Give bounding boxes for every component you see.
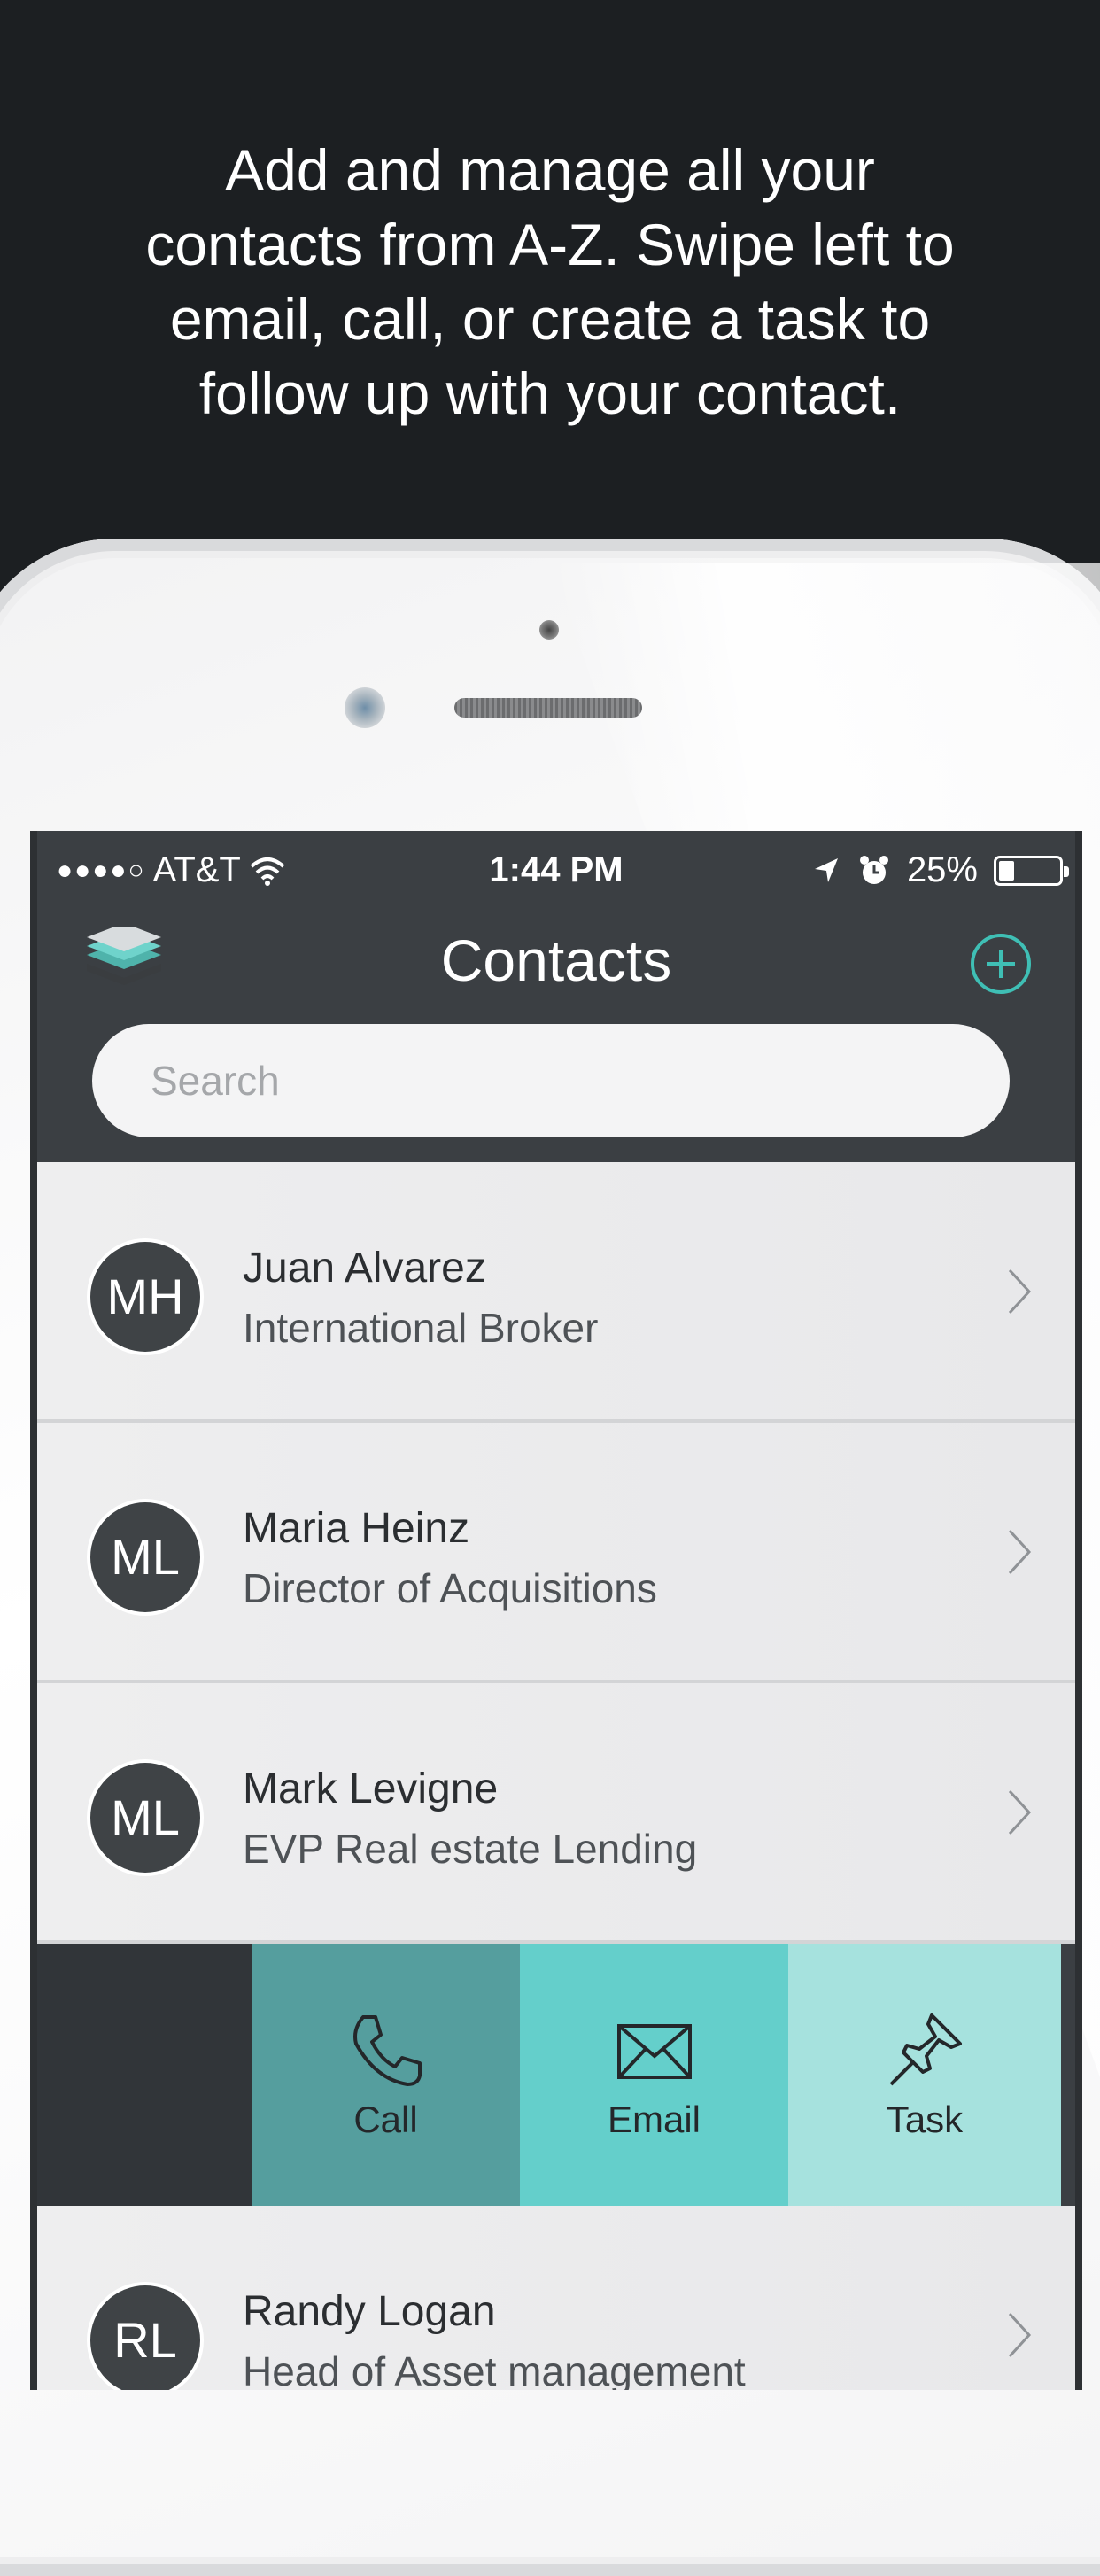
proximity-sensor <box>345 687 385 728</box>
location-arrow-icon <box>814 857 838 882</box>
contact-name: Juan Alvarez <box>243 1245 486 1292</box>
swipe-actions: Call Email Task <box>37 1944 1075 2206</box>
contact-row[interactable]: RL Randy Logan Head of Asset management <box>37 2206 1075 2390</box>
earpiece-speaker <box>454 698 642 718</box>
contact-row[interactable]: ML Maria Heinz Director of Acquisitions <box>37 1423 1075 1683</box>
contact-role: EVP Real estate Lending <box>243 1826 698 1872</box>
phone-screen: ●●●●○ AT&T 1:44 PM 25% Contacts Search M… <box>30 831 1082 2390</box>
contact-role: Head of Asset management <box>243 2348 746 2390</box>
avatar: ML <box>90 1763 200 1873</box>
page-title: Contacts <box>440 927 672 993</box>
contact-row[interactable]: ML Mark Levigne EVP Real estate Lending <box>37 1683 1075 1944</box>
search-input[interactable]: Search <box>92 1024 1010 1137</box>
call-label: Call <box>353 2099 418 2140</box>
chevron-right-icon <box>1008 2312 1032 2358</box>
marketing-headline: Add and manage all your contacts from A-… <box>145 137 955 426</box>
contact-role: Director of Acquisitions <box>243 1565 657 1611</box>
chevron-right-icon <box>1008 1789 1032 1835</box>
battery-percent: 25% <box>906 850 978 889</box>
contact-name: Mark Levigne <box>243 1765 499 1812</box>
avatar: RL <box>90 2285 200 2390</box>
battery-icon <box>994 855 1069 886</box>
contact-row[interactable]: MH Juan Alvarez International Broker <box>37 1162 1075 1423</box>
email-button[interactable]: Email <box>520 1944 788 2206</box>
task-label: Task <box>886 2099 964 2140</box>
email-label: Email <box>607 2099 701 2140</box>
swiped-row-remainder <box>37 1944 252 2206</box>
phone-icon <box>352 2015 422 2086</box>
chevron-right-icon <box>1008 1269 1032 1315</box>
chevron-right-icon <box>1008 1529 1032 1575</box>
pushpin-icon <box>889 2013 962 2086</box>
navigation-bar: Contacts <box>37 909 1075 1006</box>
status-bar: ●●●●○ AT&T 1:44 PM 25% <box>37 831 1075 909</box>
avatar: MH <box>90 1242 200 1352</box>
front-camera <box>539 620 559 640</box>
contact-name: Randy Logan <box>243 2288 496 2335</box>
avatar: ML <box>90 1502 200 1612</box>
alarm-clock-icon <box>859 855 888 884</box>
task-button[interactable]: Task <box>788 1944 1061 2206</box>
contact-list: MH Juan Alvarez International Broker ML … <box>37 1162 1075 2390</box>
contact-role: International Broker <box>243 1305 599 1351</box>
envelope-icon <box>616 2024 692 2079</box>
call-button[interactable]: Call <box>252 1944 520 2206</box>
contact-name: Maria Heinz <box>243 1505 470 1552</box>
plus-circle-icon[interactable] <box>969 932 1033 996</box>
